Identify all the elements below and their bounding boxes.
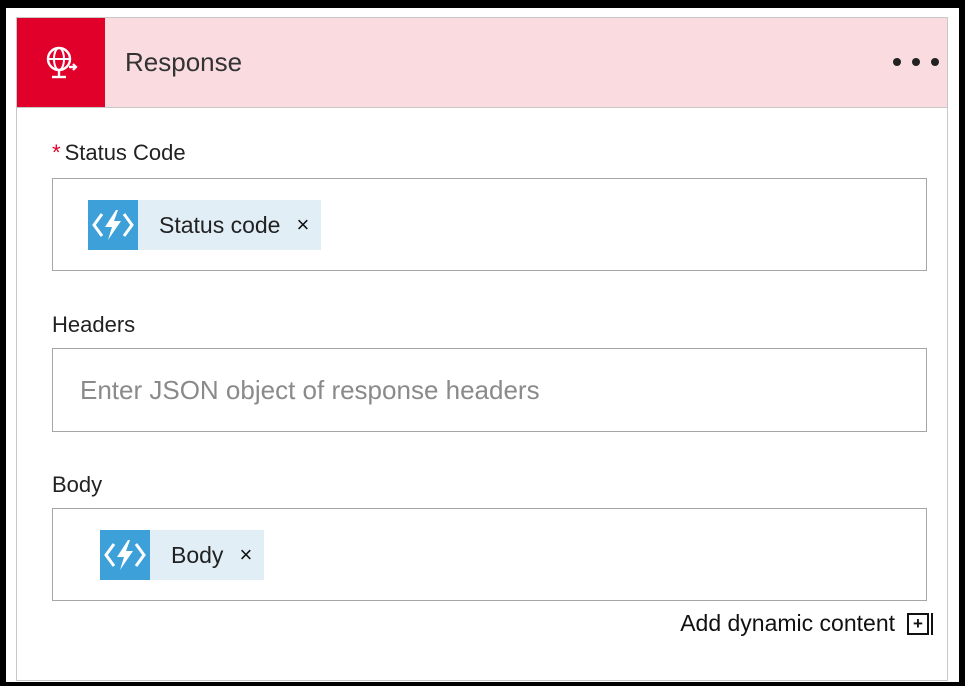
headers-placeholder: Enter JSON object of response headers <box>80 375 540 405</box>
add-dynamic-content-label: Add dynamic content <box>680 610 895 636</box>
add-dynamic-content-icon[interactable]: + <box>907 612 933 635</box>
remove-token-icon[interactable]: × <box>239 542 252 568</box>
azure-function-icon <box>100 530 150 580</box>
response-action-card: Response * Status Code Status code × Head… <box>16 17 948 681</box>
status-code-label: * Status Code <box>52 140 186 166</box>
body-label: Body <box>52 472 103 497</box>
status-code-token[interactable]: Status code × <box>88 200 322 250</box>
add-dynamic-content-button[interactable]: Add dynamic content + <box>680 610 933 637</box>
function-bolt-icon <box>92 210 134 240</box>
card-header[interactable]: Response <box>17 18 947 108</box>
more-dot <box>912 58 920 66</box>
azure-function-icon <box>88 200 138 250</box>
more-options-icon[interactable] <box>893 48 939 76</box>
more-dot <box>893 58 901 66</box>
remove-token-icon[interactable]: × <box>296 212 309 238</box>
required-marker: * <box>52 140 61 165</box>
function-bolt-icon <box>104 540 146 570</box>
status-code-field[interactable]: Status code × <box>52 178 927 271</box>
card-title: Response <box>125 47 243 77</box>
status-code-token-label: Status code <box>159 211 281 238</box>
status-code-label-text: Status Code <box>64 140 186 165</box>
body-field[interactable]: Body × <box>52 508 927 601</box>
headers-label: Headers <box>52 312 136 337</box>
body-token[interactable]: Body × <box>100 530 265 580</box>
headers-input[interactable]: Enter JSON object of response headers <box>52 348 927 432</box>
globe-response-icon <box>46 46 78 78</box>
response-icon-box <box>17 18 105 107</box>
body-token-label: Body <box>171 541 224 568</box>
more-dot <box>931 58 939 66</box>
